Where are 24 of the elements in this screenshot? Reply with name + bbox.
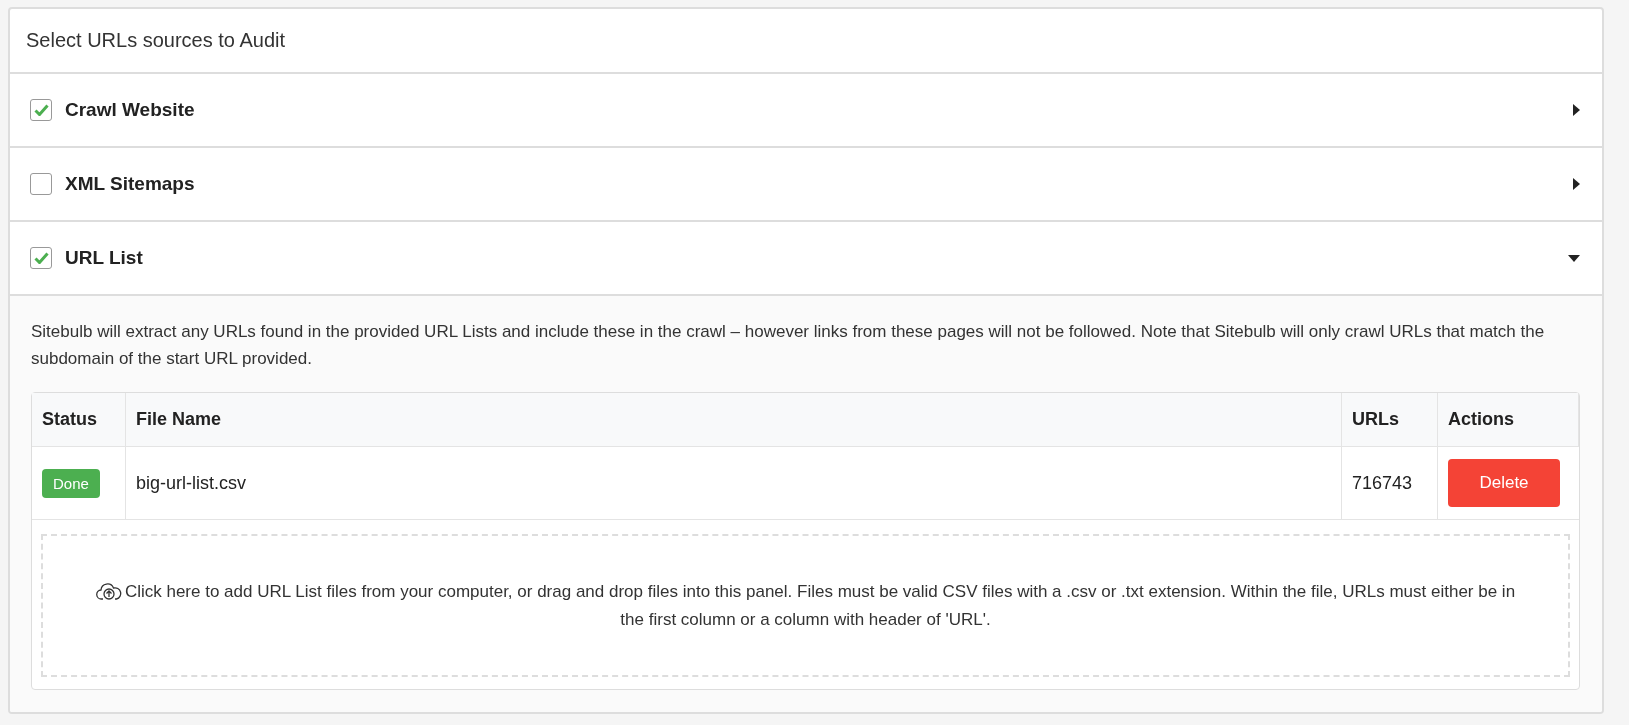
checkbox[interactable]: [30, 247, 52, 269]
panel-title: Select URLs sources to Audit: [25, 28, 286, 53]
caret-right-icon[interactable]: [1573, 104, 1580, 116]
column-header: Actions: [1438, 393, 1579, 447]
source-label: Crawl Website: [65, 99, 196, 121]
column-header: Status: [32, 393, 126, 447]
source-label: XML Sitemaps: [65, 173, 196, 195]
source-label: URL List: [65, 247, 144, 269]
description-text: Sitebulb will extract any URLs found in the provided URL Lists and include these in the crawl – however links from these pages will not be followed. Note that Sitebulb will only crawl URLs that match the subdomain of the start URL provided.: [31, 321, 1546, 370]
check-icon: [33, 104, 49, 116]
checkbox[interactable]: [30, 173, 52, 195]
delete-button[interactable]: Delete: [1448, 459, 1560, 507]
drop-zone[interactable]: [41, 534, 1570, 677]
column-header: URLs: [1342, 393, 1438, 447]
column-header: File Name: [126, 393, 1342, 447]
drop-zone-text: Click here to add URL List files from your computer, or drag and drop files into this panel. Files must be valid CSV files with a .csv or .txt extension. Within the file, URLs must either be in the first column or a column with header of 'URL'.: [83, 577, 1528, 634]
caret-down-icon[interactable]: [1568, 254, 1580, 262]
status-badge: Done: [42, 468, 100, 498]
cloud-upload-icon: [95, 581, 122, 600]
table-cell: big-url-list.csv: [126, 447, 1342, 520]
checkbox[interactable]: [30, 99, 52, 121]
check-icon: [33, 252, 49, 264]
table-cell: 716743: [1342, 447, 1438, 520]
caret-right-icon[interactable]: [1573, 178, 1580, 190]
